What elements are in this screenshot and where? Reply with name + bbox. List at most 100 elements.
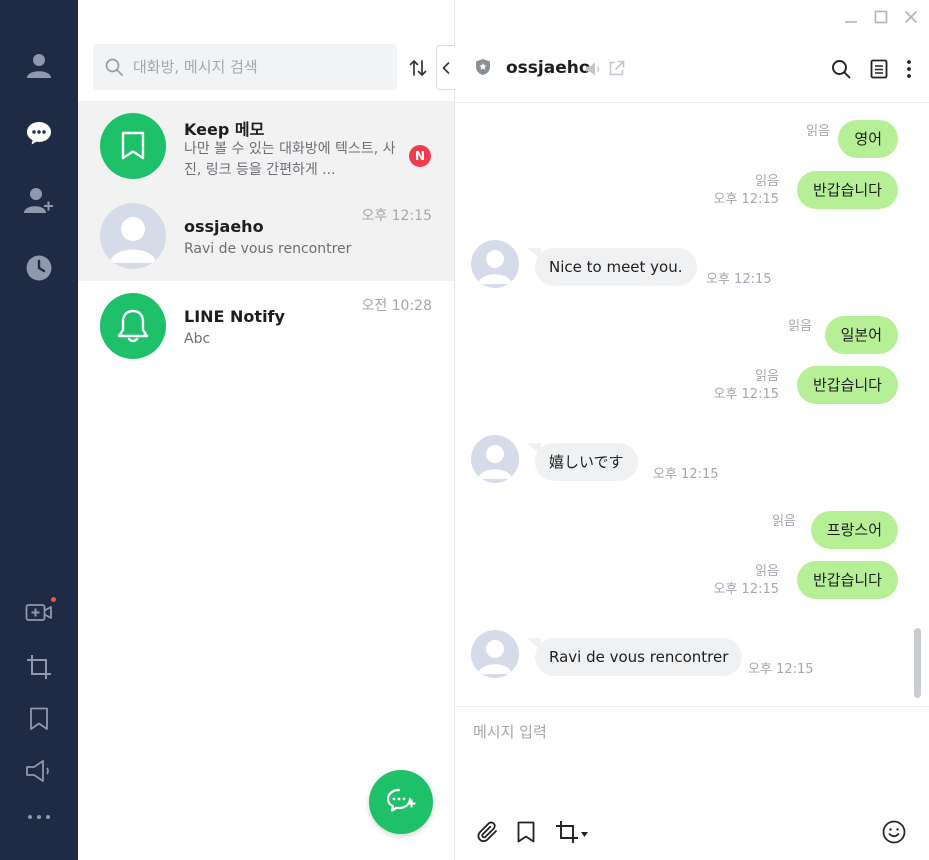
chat-preview: 나만 볼 수 있는 대화방에 텍스트, 사진, 링크 등을 간편하게 ... (184, 141, 396, 178)
chat-preview: Ravi de vous rencontrer (184, 241, 352, 257)
chat-list-item-ossjaeho[interactable]: ossjaeho Ravi de vous rencontrer 오후 12:1… (78, 191, 454, 281)
notes-button[interactable] (867, 57, 891, 81)
chat-time: 오전 10:28 (361, 298, 432, 314)
nav-rail (0, 0, 78, 860)
new-chat-button[interactable] (369, 770, 433, 834)
chat-search-input[interactable] (133, 58, 383, 76)
new-badge: N (409, 145, 431, 167)
outgoing-message[interactable]: 영어 (838, 120, 898, 158)
default-avatar-icon (478, 250, 512, 284)
friends-icon (27, 54, 51, 78)
minimize-icon (845, 21, 857, 23)
nav-crop-button[interactable] (19, 647, 59, 687)
outgoing-message[interactable]: 반갑습니다 (796, 366, 898, 404)
nav-friends-button[interactable] (19, 45, 59, 85)
paperclip-icon (477, 821, 497, 843)
more-dots-icon (28, 815, 50, 819)
new-indicator-dot (51, 597, 56, 602)
outgoing-message[interactable]: 일본어 (824, 316, 898, 354)
line-notify-avatar (100, 293, 166, 359)
popout-window-icon[interactable] (607, 59, 625, 77)
attach-file-button[interactable] (475, 819, 501, 845)
read-receipt: 읽음 (806, 124, 830, 139)
more-menu-button[interactable] (901, 57, 917, 81)
read-receipt: 읽음 (755, 564, 779, 579)
chat-room-panel: ossjaeho 읽음 영어 읽음 오후 12:15 반갑습니다 Nice to… (456, 0, 929, 860)
message-time: 오후 12:15 (653, 467, 719, 482)
maximize-button[interactable] (873, 8, 889, 26)
minimize-button[interactable] (843, 8, 859, 26)
avatar (471, 630, 519, 678)
emoji-smile-icon (882, 820, 906, 844)
read-receipt: 읽음 (755, 174, 779, 189)
nav-history-button[interactable] (19, 248, 59, 288)
chat-name: LINE Notify (184, 307, 285, 326)
sort-button[interactable] (406, 56, 430, 80)
more-vertical-icon (907, 60, 911, 78)
close-icon (904, 10, 918, 24)
chat-name: ossjaeho (184, 217, 264, 236)
search-in-chat-button[interactable] (829, 57, 853, 81)
chat-room-title: ossjaeho (506, 58, 591, 78)
message-time: 오후 12:15 (713, 192, 779, 207)
message-input[interactable] (473, 721, 903, 801)
chats-icon (27, 122, 51, 145)
chat-time: 오후 12:15 (361, 208, 432, 224)
nav-more-button[interactable] (19, 797, 59, 837)
nav-announcement-button[interactable] (19, 751, 59, 791)
outgoing-message[interactable]: 반갑습니다 (796, 561, 898, 599)
outgoing-message[interactable]: 프랑스어 (810, 511, 898, 549)
chat-preview: Abc (184, 331, 211, 347)
line-desktop-window: Keep 메모 나만 볼 수 있는 대화방에 텍스트, 사진, 링크 등을 간편… (0, 0, 929, 860)
chevron-left-icon (442, 61, 450, 74)
notes-icon (870, 59, 888, 79)
new-chat-icon (386, 788, 416, 812)
chat-search-box[interactable] (93, 44, 397, 90)
dropdown-caret-icon (580, 831, 588, 837)
default-avatar-icon (478, 640, 512, 674)
crop-icon (27, 655, 51, 679)
chat-list-panel: Keep 메모 나만 볼 수 있는 대화방에 텍스트, 사진, 링크 등을 간편… (78, 0, 455, 860)
keep-bookmark-icon (30, 707, 48, 730)
mute-speaker-icon[interactable] (584, 60, 602, 78)
search-icon (832, 60, 851, 79)
message-time: 오후 12:15 (748, 662, 814, 677)
keep-bookmark-icon (517, 821, 535, 843)
chat-name: Keep 메모 (184, 120, 265, 139)
crop-icon (555, 821, 578, 843)
read-receipt: 읽음 (755, 369, 779, 384)
emoji-button[interactable] (881, 819, 907, 845)
default-avatar-icon (478, 445, 512, 479)
chat-list-item-line-notify[interactable]: LINE Notify Abc 오전 10:28 (78, 281, 454, 371)
message-scrollbar-thumb[interactable] (914, 628, 921, 698)
video-call-icon (25, 604, 52, 621)
sort-arrows-icon (409, 60, 427, 76)
avatar (471, 435, 519, 483)
default-avatar-icon (110, 217, 156, 263)
message-time: 오후 12:15 (713, 582, 779, 597)
outgoing-message[interactable]: 반갑습니다 (796, 171, 898, 209)
bell-icon (117, 309, 149, 343)
incoming-message[interactable]: Nice to meet you. (535, 248, 697, 286)
message-time: 오후 12:15 (713, 387, 779, 402)
incoming-message[interactable]: 嬉しいです (535, 443, 638, 481)
incoming-message[interactable]: Ravi de vous rencontrer (535, 638, 743, 676)
read-receipt: 읽음 (788, 319, 812, 334)
window-controls (843, 8, 919, 26)
shield-icon (474, 57, 492, 77)
collapse-list-button[interactable] (436, 45, 455, 90)
screenshot-crop-button[interactable] (552, 819, 590, 845)
nav-add-friend-button[interactable] (19, 180, 59, 220)
nav-keep-button[interactable] (19, 699, 59, 739)
maximize-icon (874, 10, 888, 24)
search-icon (105, 58, 123, 76)
read-receipt: 읽음 (772, 514, 796, 529)
nav-chats-button[interactable] (19, 113, 59, 153)
message-list: 읽음 영어 읽음 오후 12:15 반갑습니다 Nice to meet you… (456, 103, 929, 705)
keep-bookmark-icon (121, 131, 145, 160)
nav-video-call-button[interactable] (19, 593, 59, 633)
message-time: 오후 12:15 (706, 272, 772, 287)
close-button[interactable] (903, 8, 919, 26)
chat-list-item-keep-memo[interactable]: Keep 메모 나만 볼 수 있는 대화방에 텍스트, 사진, 링크 등을 간편… (78, 101, 454, 191)
keep-save-button[interactable] (513, 819, 539, 845)
